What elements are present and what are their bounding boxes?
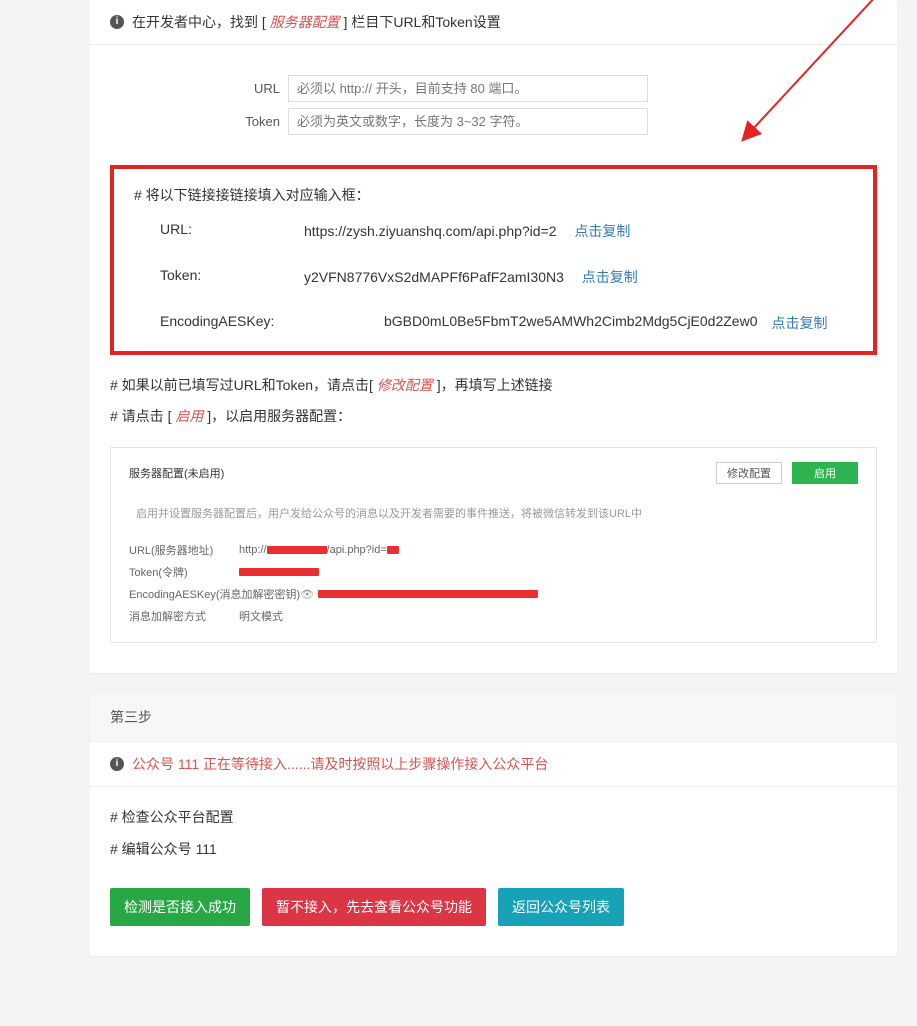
action-buttons: 检测是否接入成功 暂不接入，先去查看公众号功能 返回公众号列表 <box>90 888 897 926</box>
instruction-alert: i 在开发者中心，找到 [ 服务器配置 ] 栏目下URL和Token设置 <box>90 0 897 45</box>
skip-button[interactable]: 暂不接入，先去查看公众号功能 <box>262 888 486 926</box>
embed-url-label: URL(服务器地址) <box>129 542 239 558</box>
info-icon: i <box>110 15 124 29</box>
hash-notes: # 检查公众平台配置 # 编辑公众号 111 <box>90 787 897 887</box>
embed-mode-value: 明文模式 <box>239 608 283 624</box>
redbox-title: # 将以下链接接链接填入对应输入框： <box>134 185 853 205</box>
token-input[interactable] <box>288 108 648 135</box>
note-enable: # 请点击 [ 启用 ]，以启用服务器配置： <box>110 404 877 429</box>
config-token-label: Token: <box>134 267 304 283</box>
url-input[interactable] <box>288 75 648 102</box>
token-label: Token <box>210 114 280 129</box>
step3-card: 第三步 i 公众号 111 正在等待接入......请及时按照以上步骤操作接入公… <box>90 693 897 955</box>
copy-token-link[interactable]: 点击复制 <box>582 269 638 285</box>
embed-title: 服务器配置(未启用) <box>129 465 224 481</box>
embed-aes-label: EncodingAESKey(消息加解密密钥) <box>129 586 300 602</box>
config-aes-label: EncodingAESKey: <box>134 313 304 329</box>
embed-enable-button[interactable]: 启用 <box>792 462 858 484</box>
note-section: # 如果以前已填写过URL和Token，请点击[ 修改配置 ]，再填写上述链接 … <box>90 373 897 429</box>
embed-aes-value <box>318 588 538 600</box>
config-aes-row: EncodingAESKey: bGBD0mL0Be5FbmT2we5AMWh2… <box>134 313 853 333</box>
detect-button[interactable]: 检测是否接入成功 <box>110 888 250 926</box>
hash-edit: # 编辑公众号 111 <box>110 837 877 862</box>
embed-mode-label: 消息加解密方式 <box>129 608 239 624</box>
config-values-box: # 将以下链接接链接填入对应输入框： URL: https://zysh.ziy… <box>110 165 877 355</box>
embed-url-value: http:///api.php?id= <box>239 544 399 556</box>
waiting-alert: i 公众号 111 正在等待接入......请及时按照以上步骤操作接入公众平台 <box>90 742 897 787</box>
back-button[interactable]: 返回公众号列表 <box>498 888 624 926</box>
view-icon: 👁 <box>300 588 314 601</box>
copy-aes-link[interactable]: 点击复制 <box>772 313 828 333</box>
url-label: URL <box>210 81 280 96</box>
config-url-value: https://zysh.ziyuanshq.com/api.php?id=2 … <box>304 221 853 241</box>
url-row: URL <box>210 75 877 102</box>
form-section: URL Token <box>90 45 897 151</box>
note-modify: # 如果以前已填写过URL和Token，请点击[ 修改配置 ]，再填写上述链接 <box>110 373 877 398</box>
embed-url-row: URL(服务器地址) http:///api.php?id= <box>129 542 858 558</box>
step2-card: i 在开发者中心，找到 [ 服务器配置 ] 栏目下URL和Token设置 URL… <box>90 0 897 673</box>
instruction-text: 在开发者中心，找到 [ 服务器配置 ] 栏目下URL和Token设置 <box>132 12 501 32</box>
config-url-label: URL: <box>134 221 304 237</box>
embed-token-label: Token(令牌) <box>129 564 239 580</box>
info-icon: i <box>110 757 124 771</box>
config-token-value: y2VFN8776VxS2dMAPFf6PafF2amI30N3 点击复制 <box>304 267 853 287</box>
embed-desc: 启用并设置服务器配置后，用户发给公众号的消息以及开发者需要的事件推送，将被微信转… <box>129 498 858 536</box>
embed-header: 服务器配置(未启用) 修改配置 启用 <box>129 462 858 484</box>
embed-modify-button[interactable]: 修改配置 <box>716 462 782 484</box>
waiting-text: 公众号 111 正在等待接入......请及时按照以上步骤操作接入公众平台 <box>132 754 548 774</box>
step3-header: 第三步 <box>90 693 897 742</box>
wechat-embed-panel: 服务器配置(未启用) 修改配置 启用 启用并设置服务器配置后，用户发给公众号的消… <box>110 447 877 643</box>
token-row: Token <box>210 108 877 135</box>
config-token-row: Token: y2VFN8776VxS2dMAPFf6PafF2amI30N3 … <box>134 267 853 287</box>
config-url-row: URL: https://zysh.ziyuanshq.com/api.php?… <box>134 221 853 241</box>
embed-token-row: Token(令牌) <box>129 564 858 580</box>
embed-mode-row: 消息加解密方式 明文模式 <box>129 608 858 624</box>
config-aes-value: bGBD0mL0Be5FbmT2we5AMWh2Cimb2Mdg5CjE0d2Z… <box>304 313 853 333</box>
embed-token-value <box>239 566 319 578</box>
copy-url-link[interactable]: 点击复制 <box>574 223 630 239</box>
embed-aes-row: EncodingAESKey(消息加解密密钥) 👁 <box>129 586 858 602</box>
hash-check: # 检查公众平台配置 <box>110 805 877 830</box>
